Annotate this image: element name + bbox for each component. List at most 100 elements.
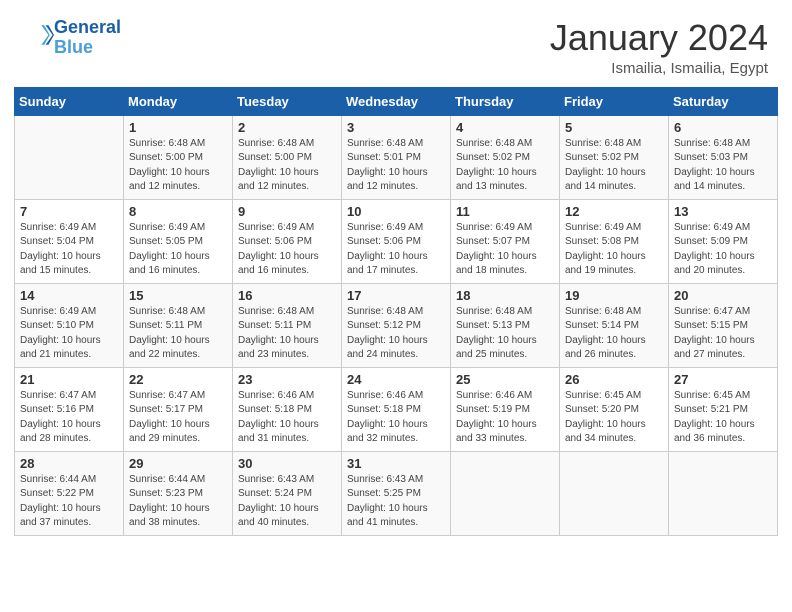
day-info: Sunrise: 6:48 AM Sunset: 5:01 PM Dayligh… [347,137,445,195]
day-info: Sunrise: 6:48 AM Sunset: 5:13 PM Dayligh… [456,305,554,363]
calendar-cell [451,451,560,535]
day-info: Sunrise: 6:49 AM Sunset: 5:06 PM Dayligh… [347,221,445,279]
month-title: January 2024 [550,18,768,58]
col-header-tuesday: Tuesday [233,87,342,115]
day-info: Sunrise: 6:48 AM Sunset: 5:11 PM Dayligh… [238,305,336,363]
day-info: Sunrise: 6:48 AM Sunset: 5:03 PM Dayligh… [674,137,772,195]
col-header-friday: Friday [560,87,669,115]
day-number: 17 [347,288,445,303]
calendar-cell: 26 Sunrise: 6:45 AM Sunset: 5:20 PM Dayli… [560,367,669,451]
day-info: Sunrise: 6:49 AM Sunset: 5:10 PM Dayligh… [20,305,118,363]
day-info: Sunrise: 6:48 AM Sunset: 5:02 PM Dayligh… [565,137,663,195]
calendar-week-2: 7 Sunrise: 6:49 AM Sunset: 5:04 PM Daylig… [15,199,778,283]
calendar-cell: 16Sunrise: 6:48 AM Sunset: 5:11 PM Dayli… [233,283,342,367]
calendar-cell: 2Sunrise: 6:48 AM Sunset: 5:00 PM Daylig… [233,115,342,199]
calendar-cell: 8 Sunrise: 6:49 AM Sunset: 5:05 PM Daylig… [124,199,233,283]
calendar-cell: 18 Sunrise: 6:48 AM Sunset: 5:13 PM Dayli… [451,283,560,367]
col-header-thursday: Thursday [451,87,560,115]
day-info: Sunrise: 6:48 AM Sunset: 5:02 PM Dayligh… [456,137,554,195]
day-info: Sunrise: 6:49 AM Sunset: 5:05 PM Dayligh… [129,221,227,279]
calendar-cell: 20Sunrise: 6:47 AM Sunset: 5:15 PM Dayli… [669,283,778,367]
page-header: General Blue January 2024 Ismailia, Isma… [0,0,792,87]
day-number: 20 [674,288,772,303]
day-info: Sunrise: 6:44 AM Sunset: 5:22 PM Dayligh… [20,473,118,531]
day-number: 5 [565,120,663,135]
col-header-saturday: Saturday [669,87,778,115]
day-number: 29 [129,456,227,471]
day-number: 26 [565,372,663,387]
day-info: Sunrise: 6:49 AM Sunset: 5:06 PM Dayligh… [238,221,336,279]
day-number: 8 [129,204,227,219]
col-header-monday: Monday [124,87,233,115]
calendar-cell: 23 Sunrise: 6:46 AM Sunset: 5:18 PM Dayli… [233,367,342,451]
calendar-week-1: 1 Sunrise: 6:48 AM Sunset: 5:00 PM Daylig… [15,115,778,199]
day-number: 1 [129,120,227,135]
calendar-cell: 5 Sunrise: 6:48 AM Sunset: 5:02 PM Daylig… [560,115,669,199]
day-info: Sunrise: 6:46 AM Sunset: 5:18 PM Dayligh… [238,389,336,447]
day-info: Sunrise: 6:46 AM Sunset: 5:18 PM Dayligh… [347,389,445,447]
calendar-cell: 21Sunrise: 6:47 AM Sunset: 5:16 PM Dayli… [15,367,124,451]
title-block: January 2024 Ismailia, Ismailia, Egypt [550,18,768,77]
calendar-cell [15,115,124,199]
day-number: 10 [347,204,445,219]
calendar-cell: 10 Sunrise: 6:49 AM Sunset: 5:06 PM Dayli… [342,199,451,283]
calendar-week-4: 21Sunrise: 6:47 AM Sunset: 5:16 PM Dayli… [15,367,778,451]
day-number: 31 [347,456,445,471]
day-info: Sunrise: 6:47 AM Sunset: 5:17 PM Dayligh… [129,389,227,447]
calendar-cell: 28Sunrise: 6:44 AM Sunset: 5:22 PM Dayli… [15,451,124,535]
day-number: 24 [347,372,445,387]
calendar-cell: 25Sunrise: 6:46 AM Sunset: 5:19 PM Dayli… [451,367,560,451]
day-number: 14 [20,288,118,303]
logo-text: General Blue [54,18,121,58]
day-info: Sunrise: 6:49 AM Sunset: 5:07 PM Dayligh… [456,221,554,279]
calendar-cell: 14 Sunrise: 6:49 AM Sunset: 5:10 PM Dayli… [15,283,124,367]
day-number: 19 [565,288,663,303]
calendar-cell: 9 Sunrise: 6:49 AM Sunset: 5:06 PM Daylig… [233,199,342,283]
col-header-wednesday: Wednesday [342,87,451,115]
day-number: 18 [456,288,554,303]
calendar-cell: 29 Sunrise: 6:44 AM Sunset: 5:23 PM Dayli… [124,451,233,535]
calendar-cell: 4 Sunrise: 6:48 AM Sunset: 5:02 PM Daylig… [451,115,560,199]
day-number: 6 [674,120,772,135]
day-number: 30 [238,456,336,471]
day-info: Sunrise: 6:43 AM Sunset: 5:25 PM Dayligh… [347,473,445,531]
day-number: 4 [456,120,554,135]
day-number: 23 [238,372,336,387]
day-info: Sunrise: 6:49 AM Sunset: 5:09 PM Dayligh… [674,221,772,279]
calendar-cell: 22 Sunrise: 6:47 AM Sunset: 5:17 PM Dayli… [124,367,233,451]
calendar: SundayMondayTuesdayWednesdayThursdayFrid… [0,87,792,550]
col-header-sunday: Sunday [15,87,124,115]
calendar-cell: 6 Sunrise: 6:48 AM Sunset: 5:03 PM Daylig… [669,115,778,199]
day-info: Sunrise: 6:44 AM Sunset: 5:23 PM Dayligh… [129,473,227,531]
day-info: Sunrise: 6:48 AM Sunset: 5:00 PM Dayligh… [238,137,336,195]
calendar-cell [669,451,778,535]
calendar-cell: 7 Sunrise: 6:49 AM Sunset: 5:04 PM Daylig… [15,199,124,283]
day-info: Sunrise: 6:48 AM Sunset: 5:12 PM Dayligh… [347,305,445,363]
calendar-cell: 3Sunrise: 6:48 AM Sunset: 5:01 PM Daylig… [342,115,451,199]
logo-icon [26,21,54,49]
calendar-header: SundayMondayTuesdayWednesdayThursdayFrid… [15,87,778,115]
calendar-cell: 27Sunrise: 6:45 AM Sunset: 5:21 PM Dayli… [669,367,778,451]
calendar-cell: 1Sunrise: 6:48 AM Sunset: 5:00 PM Daylig… [124,115,233,199]
calendar-cell: 31 Sunrise: 6:43 AM Sunset: 5:25 PM Dayli… [342,451,451,535]
day-info: Sunrise: 6:48 AM Sunset: 5:14 PM Dayligh… [565,305,663,363]
calendar-cell: 12 Sunrise: 6:49 AM Sunset: 5:08 PM Dayli… [560,199,669,283]
day-number: 7 [20,204,118,219]
calendar-cell: 30 Sunrise: 6:43 AM Sunset: 5:24 PM Dayli… [233,451,342,535]
day-info: Sunrise: 6:49 AM Sunset: 5:08 PM Dayligh… [565,221,663,279]
day-info: Sunrise: 6:47 AM Sunset: 5:16 PM Dayligh… [20,389,118,447]
calendar-cell [560,451,669,535]
calendar-cell: 17 Sunrise: 6:48 AM Sunset: 5:12 PM Dayli… [342,283,451,367]
calendar-cell: 11Sunrise: 6:49 AM Sunset: 5:07 PM Dayli… [451,199,560,283]
logo: General Blue [24,18,121,58]
day-number: 9 [238,204,336,219]
calendar-cell: 13 Sunrise: 6:49 AM Sunset: 5:09 PM Dayli… [669,199,778,283]
day-number: 12 [565,204,663,219]
day-info: Sunrise: 6:45 AM Sunset: 5:21 PM Dayligh… [674,389,772,447]
day-info: Sunrise: 6:45 AM Sunset: 5:20 PM Dayligh… [565,389,663,447]
day-info: Sunrise: 6:49 AM Sunset: 5:04 PM Dayligh… [20,221,118,279]
day-number: 15 [129,288,227,303]
day-number: 13 [674,204,772,219]
day-info: Sunrise: 6:43 AM Sunset: 5:24 PM Dayligh… [238,473,336,531]
day-number: 22 [129,372,227,387]
